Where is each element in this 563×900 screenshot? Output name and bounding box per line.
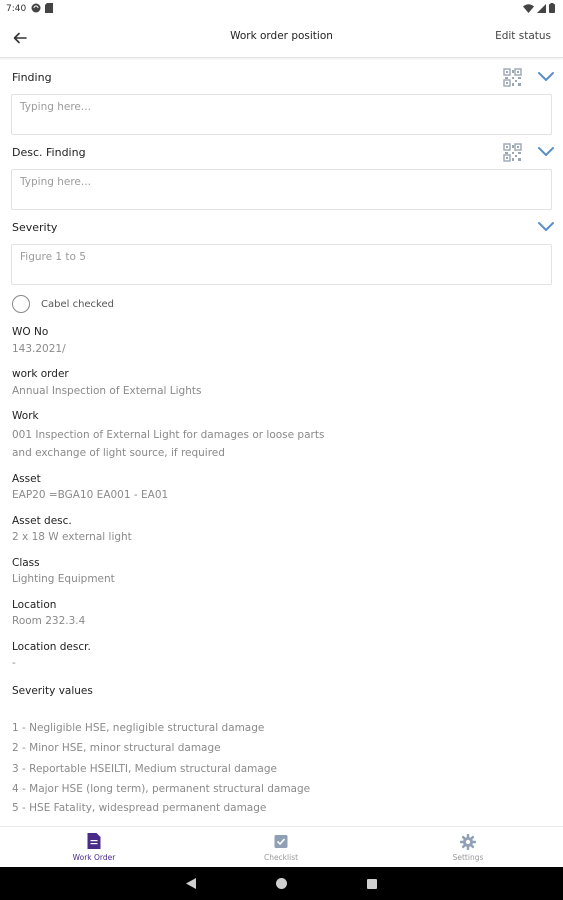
status-bar: 7:40 (0, 0, 563, 18)
chevron-down-icon[interactable] (537, 71, 555, 83)
nav-work-order-label: Work Order (72, 853, 116, 862)
severity-value-item: 1 - Negligible HSE, negligible structura… (12, 722, 265, 734)
work-order-label: work order (12, 368, 69, 380)
desc-finding-placeholder: Typing here... (20, 176, 91, 188)
nav-settings[interactable]: Settings (408, 827, 528, 868)
sd-card-icon (45, 3, 53, 13)
signal-icon (537, 3, 546, 13)
asset-label: Asset (12, 473, 41, 485)
sync-icon (31, 3, 41, 13)
chevron-down-icon[interactable] (537, 221, 555, 233)
severity-placeholder: Figure 1 to 5 (20, 251, 86, 263)
work-label: Work (12, 410, 39, 422)
severity-values-label: Severity values (12, 685, 93, 697)
desc-finding-label: Desc. Finding (12, 146, 86, 159)
system-home-icon[interactable] (276, 878, 287, 889)
severity-value-item: 2 - Minor HSE, minor structural damage (12, 742, 221, 754)
wifi-icon (523, 3, 534, 13)
gear-icon (460, 834, 476, 850)
nav-checklist[interactable]: Checklist (221, 827, 341, 868)
location-descr-label: Location descr. (12, 641, 91, 653)
work-value-line1: 001 Inspection of External Light for dam… (12, 429, 325, 441)
desc-finding-input[interactable]: Typing here... (11, 169, 552, 210)
wo-no-label: WO No (12, 326, 49, 338)
location-descr-value: - (12, 657, 16, 669)
app-bar: Work order position Edit status (0, 18, 563, 58)
nav-settings-label: Settings (452, 853, 484, 862)
severity-input[interactable]: Figure 1 to 5 (11, 244, 552, 285)
severity-label: Severity (12, 221, 58, 234)
chevron-down-icon[interactable] (537, 146, 555, 158)
location-value: Room 232.3.4 (12, 615, 86, 627)
severity-value-item: 4 - Major HSE (long term), permanent str… (12, 783, 311, 795)
status-left-icons (31, 3, 53, 13)
system-back-icon[interactable] (186, 878, 196, 889)
qr-code-icon[interactable] (503, 143, 522, 162)
system-navigation-bar (0, 867, 563, 900)
qr-code-icon[interactable] (503, 68, 522, 87)
edit-status-button[interactable]: Edit status (495, 30, 551, 42)
severity-value-item: 5 - HSE Fatality, widespread permanent d… (12, 802, 267, 814)
checkbox-icon (274, 835, 288, 848)
nav-work-order[interactable]: Work Order (34, 827, 154, 868)
cabel-checked-label: Cabel checked (41, 299, 114, 310)
bottom-navigation: Work Order Checklist Settings (0, 826, 563, 867)
status-time: 7:40 (6, 4, 27, 14)
work-order-value: Annual Inspection of External Lights (12, 385, 202, 397)
cabel-checked-radio[interactable] (12, 295, 30, 313)
class-value: Lighting Equipment (12, 573, 115, 585)
nav-checklist-label: Checklist (263, 853, 299, 862)
status-right-icons (523, 3, 555, 13)
page-title: Work order position (230, 30, 333, 42)
location-label: Location (12, 599, 57, 611)
battery-icon (549, 3, 555, 13)
asset-value: EAP20 =BGA10 EA001 - EA01 (12, 489, 169, 501)
document-icon (87, 833, 101, 849)
finding-input[interactable]: Typing here... (11, 94, 552, 135)
finding-label: Finding (12, 71, 52, 84)
class-label: Class (12, 557, 40, 569)
wo-no-value: 143.2021/ (12, 343, 66, 355)
asset-desc-value: 2 x 18 W external light (12, 531, 132, 543)
main-content: Finding Typing here... Desc. Finding Typ… (0, 58, 563, 826)
asset-desc-label: Asset desc. (12, 515, 72, 527)
finding-placeholder: Typing here... (20, 101, 91, 113)
severity-value-item: 3 - Reportable HSEILTI, Medium structura… (12, 763, 277, 775)
work-value-line2: and exchange of light source, if require… (12, 447, 225, 459)
system-recents-icon[interactable] (367, 879, 377, 889)
